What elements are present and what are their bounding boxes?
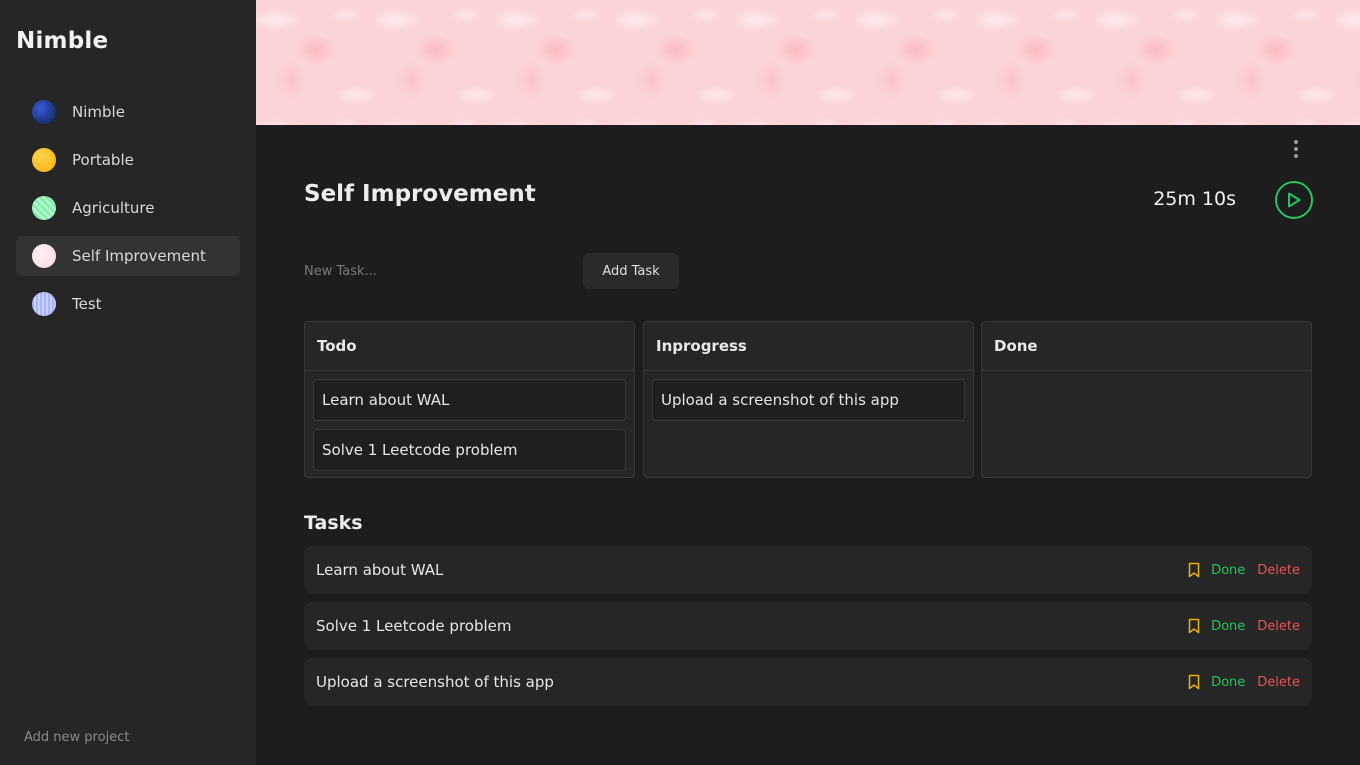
add-task-button[interactable]: Add Task: [583, 253, 679, 289]
sidebar-item-test[interactable]: Test: [16, 284, 240, 324]
done-button[interactable]: Done: [1211, 563, 1245, 578]
task-card[interactable]: Learn about WAL: [313, 379, 626, 421]
timer-display: 25m 10s: [1153, 188, 1236, 210]
new-task-input[interactable]: [304, 253, 574, 289]
bookmark-icon[interactable]: [1187, 562, 1201, 578]
sidebar-item-label: Test: [72, 295, 102, 313]
play-icon: [1288, 192, 1301, 208]
project-list: Nimble Portable Agriculture Self Improve…: [16, 92, 240, 332]
task-actions: Done Delete: [1187, 618, 1300, 634]
sidebar-item-label: Portable: [72, 151, 134, 169]
bookmark-icon[interactable]: [1187, 618, 1201, 634]
delete-button[interactable]: Delete: [1257, 619, 1300, 634]
page-title: Self Improvement: [304, 181, 536, 207]
task-card[interactable]: Solve 1 Leetcode problem: [313, 429, 626, 471]
project-avatar-icon: [32, 148, 56, 172]
task-text: Learn about WAL: [316, 561, 444, 579]
kanban-board: Todo Learn about WAL Solve 1 Leetcode pr…: [304, 321, 1312, 478]
task-list: Learn about WAL Done Delete Solve 1 Leet…: [304, 546, 1312, 714]
done-button[interactable]: Done: [1211, 619, 1245, 634]
delete-button[interactable]: Delete: [1257, 675, 1300, 690]
task-row: Upload a screenshot of this app Done Del…: [304, 658, 1312, 706]
column-title: Done: [982, 322, 1311, 371]
task-text: Upload a screenshot of this app: [316, 673, 554, 691]
sidebar-item-agriculture[interactable]: Agriculture: [16, 188, 240, 228]
column-title: Inprogress: [644, 322, 973, 371]
project-avatar-icon: [32, 196, 56, 220]
sidebar-item-nimble[interactable]: Nimble: [16, 92, 240, 132]
column-done: Done: [981, 321, 1312, 478]
task-actions: Done Delete: [1187, 562, 1300, 578]
app-title: Nimble: [16, 28, 109, 54]
add-project-link[interactable]: Add new project: [24, 730, 129, 745]
task-actions: Done Delete: [1187, 674, 1300, 690]
sidebar-item-self-improvement[interactable]: Self Improvement: [16, 236, 240, 276]
sidebar: Nimble Nimble Portable Agriculture Self …: [0, 0, 256, 765]
kebab-menu-icon[interactable]: [1286, 138, 1306, 160]
sidebar-item-portable[interactable]: Portable: [16, 140, 240, 180]
delete-button[interactable]: Delete: [1257, 563, 1300, 578]
column-title: Todo: [305, 322, 634, 371]
play-button[interactable]: [1275, 181, 1313, 219]
project-avatar-icon: [32, 292, 56, 316]
column-inprogress: Inprogress Upload a screenshot of this a…: [643, 321, 974, 478]
task-text: Solve 1 Leetcode problem: [316, 617, 512, 635]
sidebar-item-label: Self Improvement: [72, 247, 206, 265]
column-todo: Todo Learn about WAL Solve 1 Leetcode pr…: [304, 321, 635, 478]
task-row: Solve 1 Leetcode problem Done Delete: [304, 602, 1312, 650]
tasks-heading: Tasks: [304, 512, 363, 534]
task-card[interactable]: Upload a screenshot of this app: [652, 379, 965, 421]
done-button[interactable]: Done: [1211, 675, 1245, 690]
project-banner: [256, 0, 1360, 125]
sidebar-item-label: Nimble: [72, 103, 125, 121]
sidebar-item-label: Agriculture: [72, 199, 155, 217]
bookmark-icon[interactable]: [1187, 674, 1201, 690]
project-avatar-icon: [32, 100, 56, 124]
project-avatar-icon: [32, 244, 56, 268]
task-row: Learn about WAL Done Delete: [304, 546, 1312, 594]
